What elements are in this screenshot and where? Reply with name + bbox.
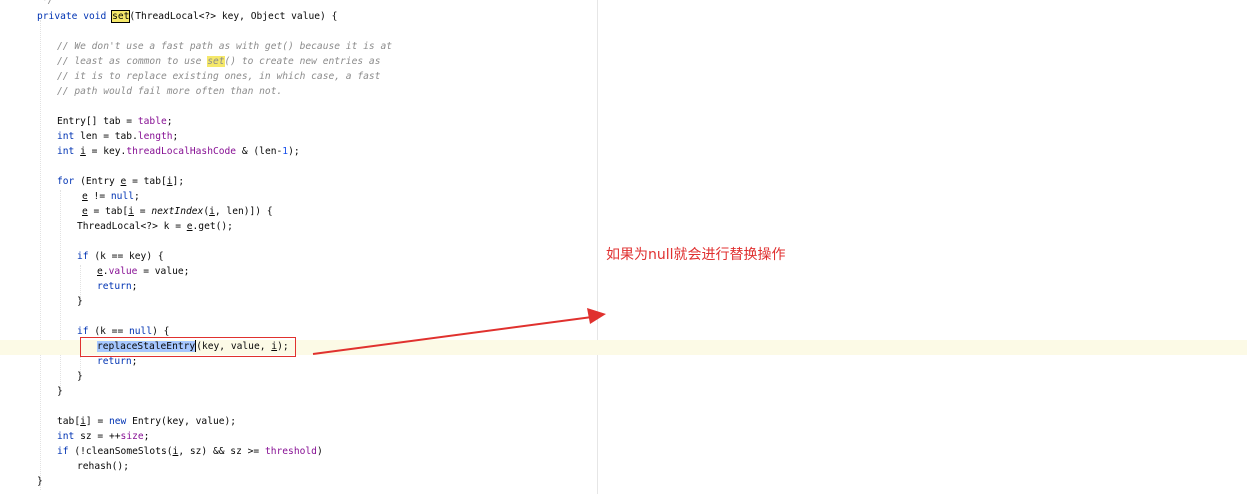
code-editor[interactable]: */ private void set(ThreadLocal<?> key, … bbox=[0, 0, 1247, 494]
annotation-label: 如果为null就会进行替换操作 bbox=[606, 247, 786, 263]
